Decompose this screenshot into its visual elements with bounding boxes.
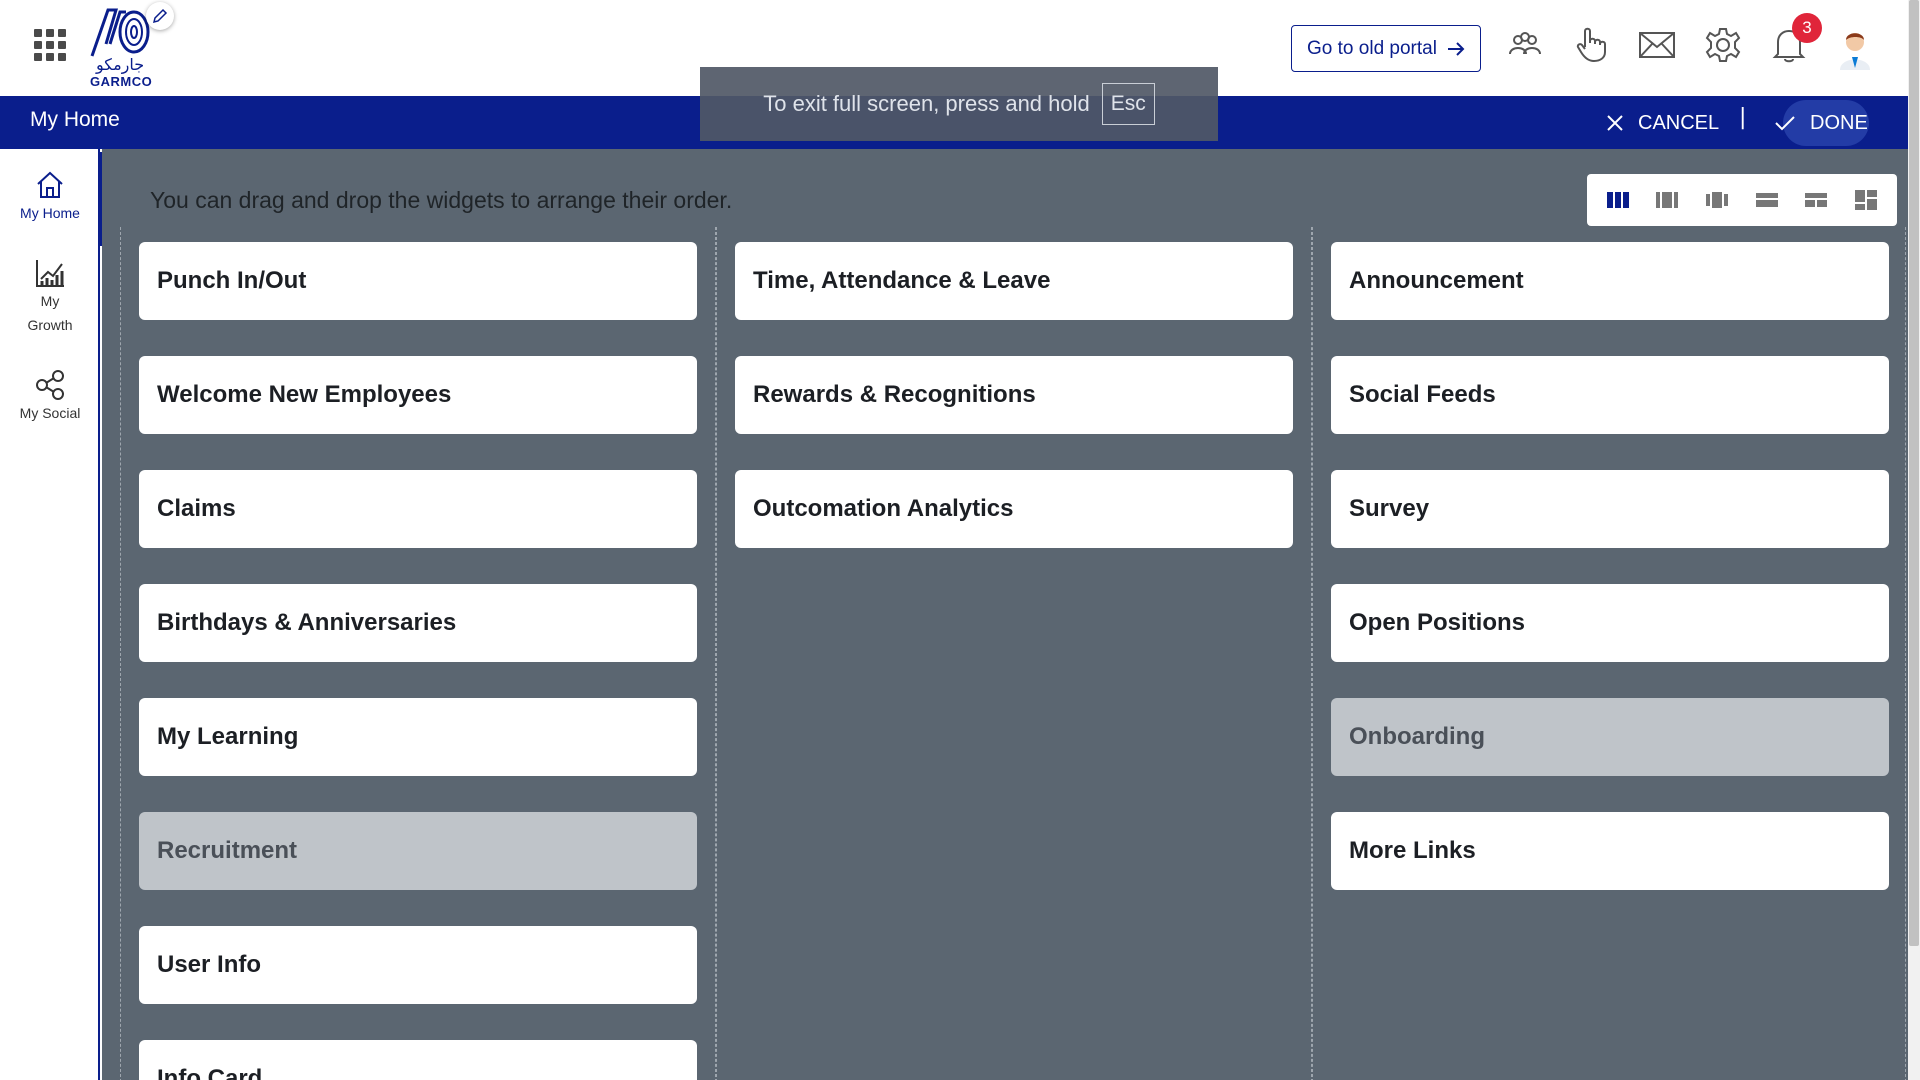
edit-pencil-icon[interactable]: [146, 2, 174, 30]
layout-rows-icon[interactable]: [1753, 186, 1781, 214]
sidebar-item-label: My Growth: [27, 293, 73, 333]
close-icon: [1607, 115, 1623, 131]
sidebar-item-my-home[interactable]: My Home: [0, 169, 100, 225]
widget-column-3: Announcement Social Feeds Survey Open Po…: [1312, 227, 1906, 1080]
cancel-label: CANCEL: [1638, 111, 1720, 134]
layout-two-columns-wide-left-icon[interactable]: [1653, 186, 1681, 214]
team-icon[interactable]: [1504, 24, 1546, 66]
cancel-button[interactable]: CANCEL: [1606, 104, 1719, 142]
fullscreen-exit-toast: To exit full screen, press and hold Esc: [700, 67, 1218, 141]
widget-arrangement-canvas: You can drag and drop the widgets to arr…: [102, 149, 1908, 1080]
widget-card[interactable]: Social Feeds: [1331, 356, 1889, 434]
widget-card-disabled[interactable]: Recruitment: [139, 812, 697, 890]
widget-card[interactable]: Open Positions: [1331, 584, 1889, 662]
hand-pointer-icon[interactable]: [1570, 24, 1612, 66]
widget-card[interactable]: Punch In/Out: [139, 242, 697, 320]
widget-card[interactable]: Announcement: [1331, 242, 1889, 320]
esc-key-hint: Esc: [1101, 83, 1155, 125]
toast-message: To exit full screen, press and hold: [763, 91, 1090, 116]
widget-card[interactable]: Info Card: [139, 1040, 697, 1080]
sidebar: My Home My Growth My Social: [0, 149, 102, 1080]
widget-card[interactable]: More Links: [1331, 812, 1889, 890]
notification-count-badge: 3: [1792, 13, 1822, 43]
widget-column-1: Punch In/Out Welcome New Employees Claim…: [120, 227, 716, 1080]
layout-grid-icon[interactable]: [1852, 186, 1880, 214]
widget-card[interactable]: User Info: [139, 926, 697, 1004]
widget-card[interactable]: Survey: [1331, 470, 1889, 548]
sidebar-item-my-growth[interactable]: My Growth: [0, 257, 100, 337]
home-icon: [37, 171, 63, 198]
svg-text:جارمكو: جارمكو: [95, 55, 144, 75]
growth-chart-icon: [36, 260, 64, 287]
checkmark-icon: [1775, 116, 1795, 131]
widget-card[interactable]: Birthdays & Anniversaries: [139, 584, 697, 662]
done-button[interactable]: DONE: [1774, 103, 1870, 143]
layout-three-columns-icon[interactable]: [1604, 186, 1632, 214]
sidebar-item-label: My Home: [20, 205, 80, 221]
page-title: My Home: [30, 108, 120, 131]
social-share-icon: [36, 370, 64, 400]
page-scrollbar-thumb[interactable]: [1909, 0, 1919, 946]
widget-card[interactable]: Rewards & Recognitions: [735, 356, 1293, 434]
go-to-old-portal-button[interactable]: Go to old portal: [1291, 25, 1481, 72]
widget-card[interactable]: My Learning: [139, 698, 697, 776]
widget-card[interactable]: Welcome New Employees: [139, 356, 697, 434]
sidebar-item-label: My Social: [19, 405, 81, 421]
logo-text: GARMCO: [90, 74, 153, 89]
old-portal-label: Go to old portal: [1307, 37, 1437, 59]
arrow-right-icon: [1447, 41, 1465, 56]
toolbar-separator: |: [1739, 105, 1747, 130]
settings-gear-icon[interactable]: [1702, 24, 1744, 66]
widget-columns: Punch In/Out Welcome New Employees Claim…: [120, 227, 1906, 1080]
layout-mixed-icon[interactable]: [1802, 186, 1830, 214]
widget-card[interactable]: Time, Attendance & Leave: [735, 242, 1293, 320]
layout-two-columns-wide-center-icon[interactable]: [1703, 186, 1731, 214]
widget-card[interactable]: Outcomation Analytics: [735, 470, 1293, 548]
app-launcher-icon[interactable]: [34, 29, 66, 61]
widget-card-disabled[interactable]: Onboarding: [1331, 698, 1889, 776]
layout-picker: [1587, 174, 1897, 226]
widget-column-2: Time, Attendance & Leave Rewards & Recog…: [716, 227, 1312, 1080]
user-avatar[interactable]: [1836, 28, 1874, 70]
drag-drop-instruction: You can drag and drop the widgets to arr…: [150, 187, 733, 213]
sidebar-item-my-social[interactable]: My Social: [0, 369, 100, 425]
mail-icon[interactable]: [1636, 24, 1678, 66]
done-label: DONE: [1810, 111, 1868, 134]
widget-card[interactable]: Claims: [139, 470, 697, 548]
